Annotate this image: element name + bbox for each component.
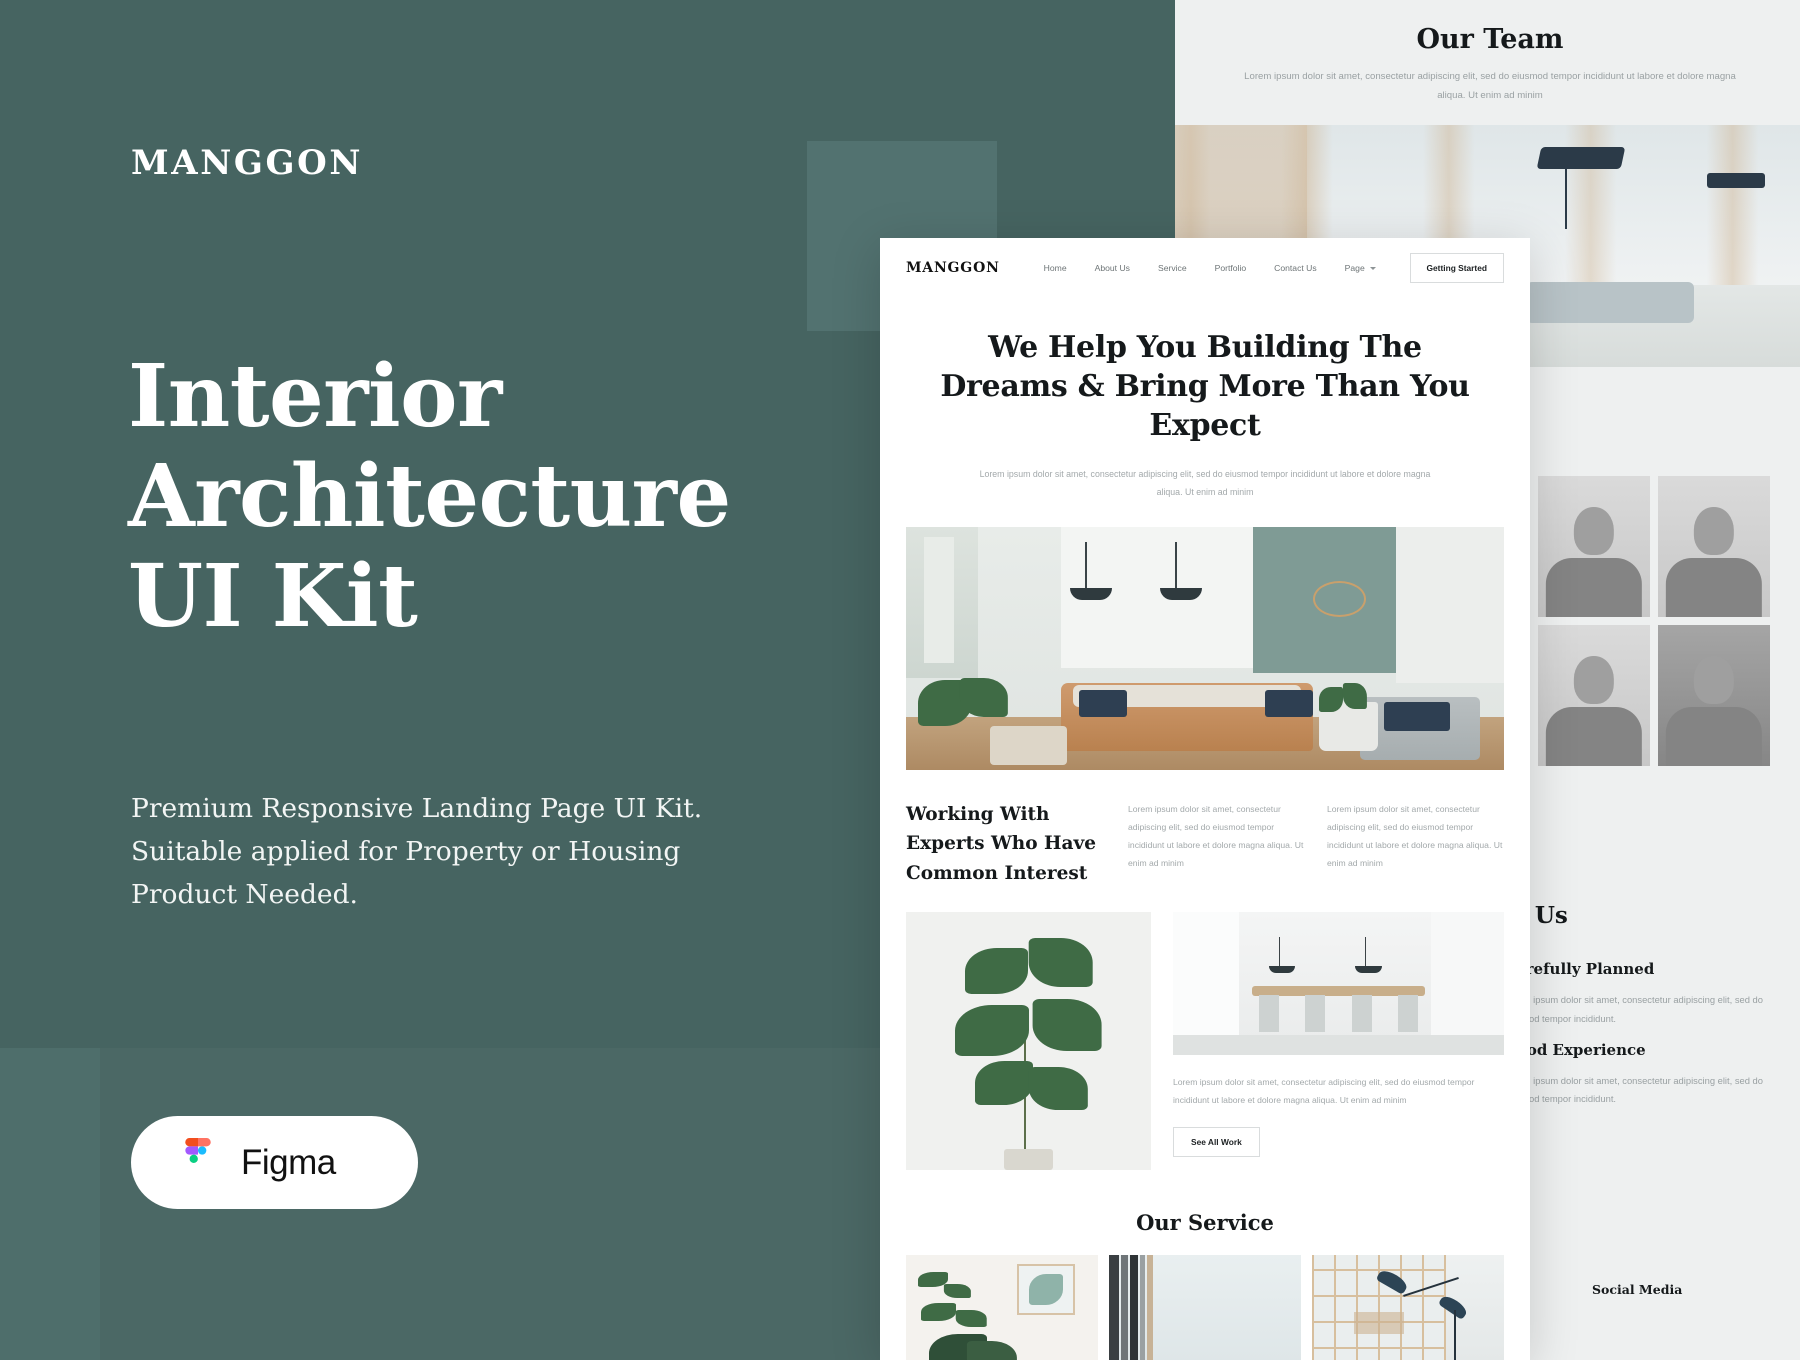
figma-icon bbox=[181, 1137, 215, 1188]
feature-title: Carefully Planned bbox=[1504, 960, 1655, 978]
promo-title-line-3: UI Kit bbox=[128, 545, 418, 647]
team-member-photo bbox=[1538, 476, 1650, 617]
experts-column-one: Lorem ipsum dolor sit amet, consectetur … bbox=[1128, 804, 1304, 869]
promo-brand-logo: MANGGON bbox=[131, 143, 364, 183]
nav-link-contact-us[interactable]: Contact Us bbox=[1260, 263, 1331, 273]
feature-item: Carefully Planned Lorem ipsum dolor sit … bbox=[1504, 960, 1792, 1029]
getting-started-button[interactable]: Getting Started bbox=[1409, 253, 1504, 283]
service-section-title: Our Service bbox=[1136, 1209, 1274, 1235]
nav-dropdown-page[interactable]: Page bbox=[1331, 263, 1390, 273]
team-page-paragraph: Lorem ipsum dolor sit amet, consectetur … bbox=[1244, 71, 1736, 102]
feature-item: Good Experience Lorem ipsum dolor sit am… bbox=[1504, 1041, 1792, 1110]
nav-dropdown-label: Page bbox=[1344, 263, 1365, 273]
figma-badge-label: Figma bbox=[241, 1142, 336, 1182]
poster-canvas: Our Team Lorem ipsum dolor sit amet, con… bbox=[0, 0, 1800, 1360]
mockup-nav-links: Home About Us Service Portfolio Contact … bbox=[1030, 263, 1390, 273]
experts-heading: Working With Experts Who Have Common Int… bbox=[906, 804, 1096, 884]
experts-section: Working With Experts Who Have Common Int… bbox=[906, 800, 1504, 888]
experts-column-two: Lorem ipsum dolor sit amet, consectetur … bbox=[1327, 804, 1503, 869]
nav-link-service[interactable]: Service bbox=[1144, 263, 1201, 273]
work-plant-image bbox=[906, 911, 1151, 1170]
feature-title: Good Experience bbox=[1504, 1040, 1646, 1059]
nav-link-portfolio[interactable]: Portfolio bbox=[1201, 263, 1261, 273]
promo-title-line-1: Interior bbox=[128, 346, 502, 447]
hero-image bbox=[906, 527, 1504, 771]
figma-badge[interactable]: Figma bbox=[131, 1116, 418, 1209]
chevron-down-icon bbox=[1369, 266, 1376, 270]
team-member-photo bbox=[1658, 476, 1770, 617]
service-image-plants bbox=[906, 1254, 1098, 1360]
service-image-lamp bbox=[1312, 1254, 1504, 1360]
promo-title-line-2: Architecture bbox=[128, 445, 731, 547]
see-all-work-button[interactable]: See All Work bbox=[1173, 1126, 1260, 1157]
team-page-title: Our Team bbox=[1416, 24, 1564, 55]
team-member-photo bbox=[1538, 625, 1650, 766]
promo-title: Interior Architecture UI Kit bbox=[128, 347, 768, 646]
work-right-column: Lorem ipsum dolor sit amet, consectetur … bbox=[1173, 911, 1504, 1170]
feature-body: Lorem ipsum dolor sit amet, consectetur … bbox=[1504, 1074, 1763, 1105]
team-member-photo bbox=[1658, 625, 1770, 766]
mockup-logo: MANGGON bbox=[906, 260, 1000, 276]
promo-subtitle: Premium Responsive Landing Page UI Kit. … bbox=[131, 793, 703, 910]
footer-column-title: Social Media bbox=[1592, 1282, 1683, 1297]
hero-paragraph: Lorem ipsum dolor sit amet, consectetur … bbox=[979, 469, 1431, 498]
decorative-square-bottom bbox=[0, 1048, 100, 1360]
mockup-navbar: MANGGON Home About Us Service Portfolio … bbox=[880, 238, 1530, 298]
feature-body: Lorem ipsum dolor sit amet, consectetur … bbox=[1504, 994, 1763, 1024]
work-section: Lorem ipsum dolor sit amet, consectetur … bbox=[906, 911, 1504, 1170]
nav-link-home[interactable]: Home bbox=[1030, 263, 1081, 273]
nav-link-about-us[interactable]: About Us bbox=[1081, 263, 1144, 273]
hero-heading: We Help You Building The Dreams & Bring … bbox=[940, 330, 1470, 443]
work-interior-image bbox=[1173, 911, 1504, 1055]
work-paragraph: Lorem ipsum dolor sit amet, consectetur … bbox=[1173, 1076, 1475, 1105]
service-image-glass bbox=[1109, 1254, 1301, 1360]
landing-page-mockup: MANGGON Home About Us Service Portfolio … bbox=[880, 238, 1530, 1360]
service-image-grid bbox=[906, 1254, 1504, 1360]
